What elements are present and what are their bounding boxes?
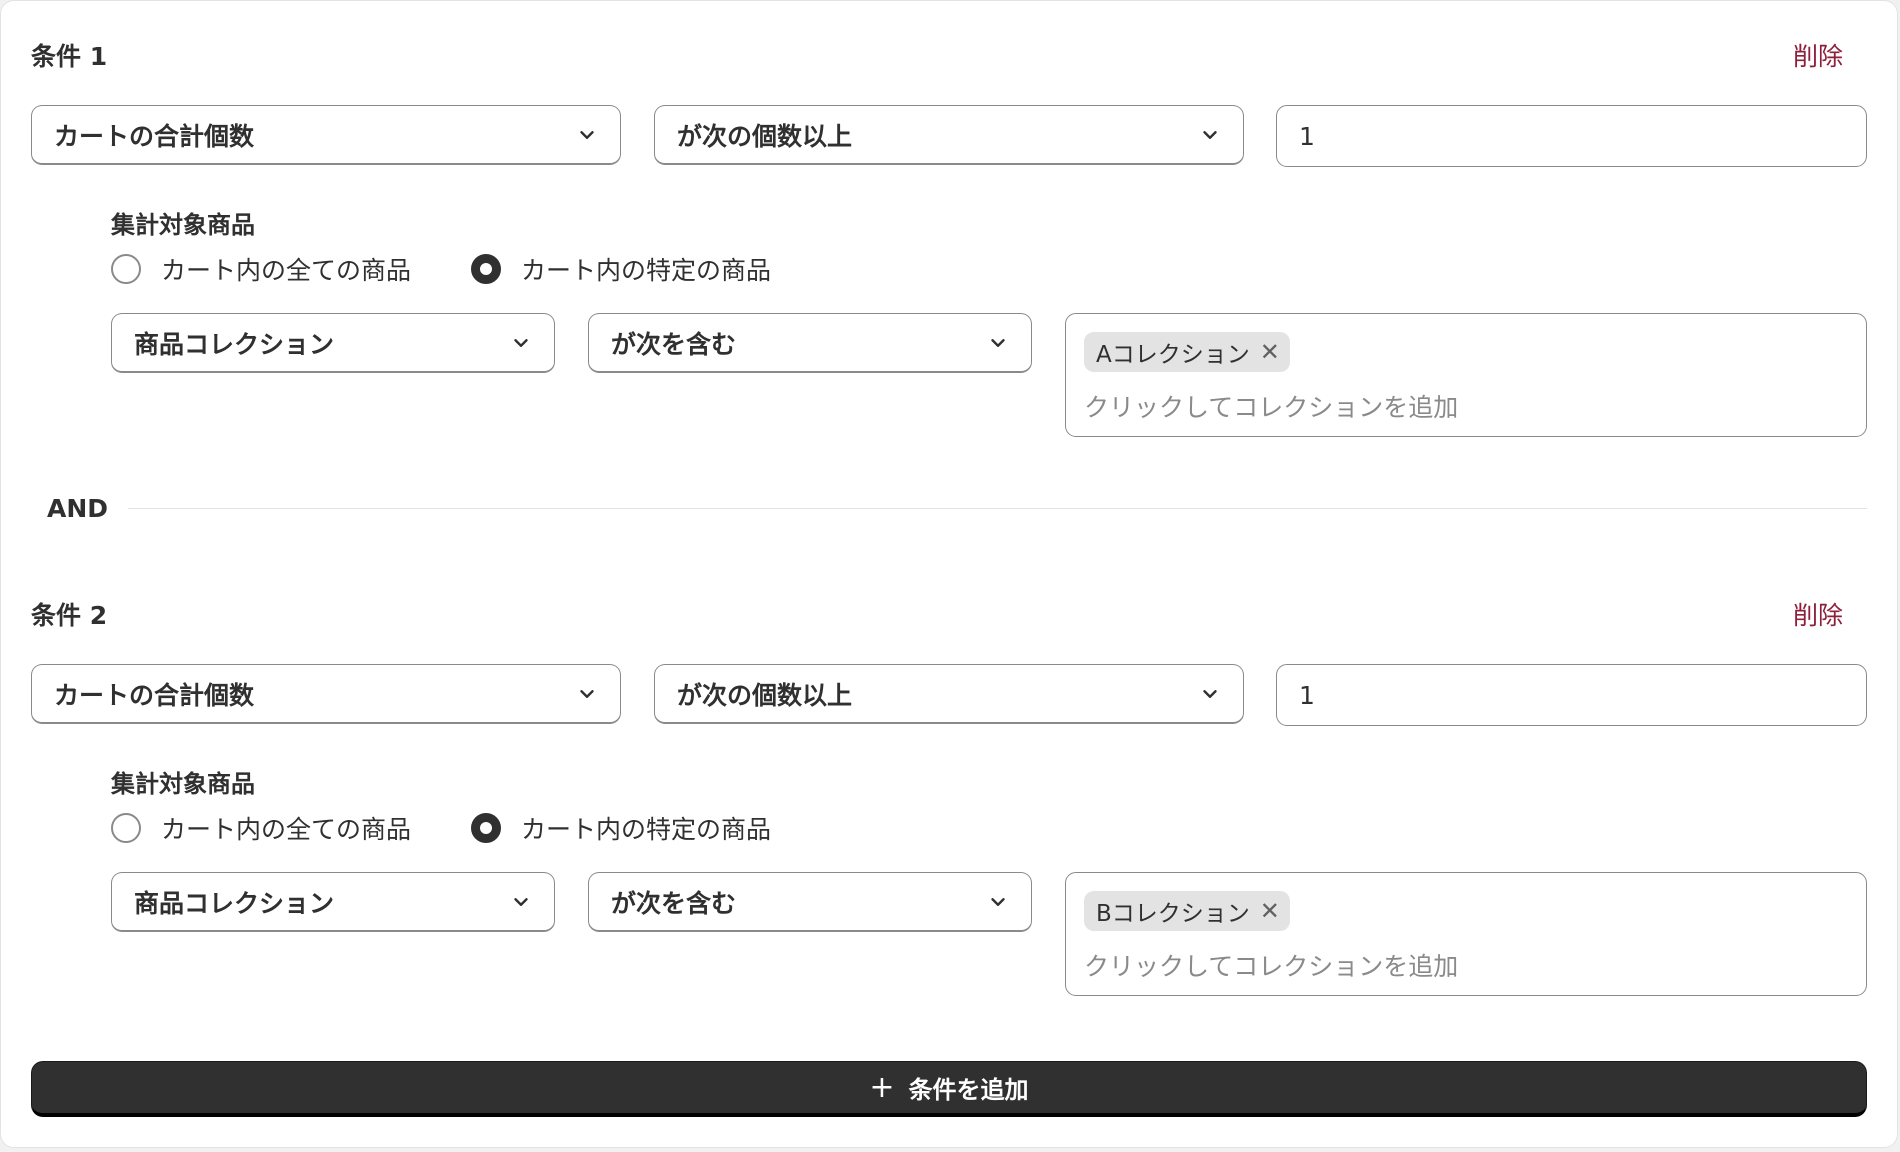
filter-type-select[interactable]: 商品コレクション (111, 313, 555, 373)
condition-block-1: 条件 1 削除 カートの合計個数 が次の個数以上 1 集計対象商品 カート内の全… (31, 37, 1867, 447)
radio-selected-icon (471, 813, 501, 843)
collection-tag-label: Bコレクション (1096, 901, 1250, 927)
chevron-down-icon (991, 338, 1005, 347)
quantity-input-value: 1 (1299, 680, 1315, 710)
target-products-label: 集計対象商品 (111, 211, 255, 239)
filter-operator-select-value: が次を含む (611, 888, 737, 918)
radio-specific-products-label: カート内の特定の商品 (521, 815, 772, 844)
chevron-down-icon (514, 897, 528, 906)
radio-specific-products[interactable]: カート内の特定の商品 (471, 810, 771, 846)
operator-select[interactable]: が次の個数以上 (654, 664, 1244, 724)
chevron-down-icon (1203, 689, 1217, 698)
radio-specific-products[interactable]: カート内の特定の商品 (471, 251, 771, 287)
collection-tag-input[interactable]: Bコレクション ✕ クリックしてコレクションを追加 (1065, 872, 1867, 996)
radio-selected-icon (471, 254, 501, 284)
quantity-input[interactable]: 1 (1276, 105, 1867, 167)
radio-specific-products-label: カート内の特定の商品 (521, 256, 772, 285)
quantity-input-value: 1 (1299, 121, 1315, 151)
metric-select-value: カートの合計個数 (54, 121, 255, 151)
condition-title: 条件 1 (31, 42, 108, 71)
condition-block-2: 条件 2 削除 カートの合計個数 が次の個数以上 1 集計対象商品 カート内の全… (31, 596, 1867, 1006)
conditions-card: 条件 1 削除 カートの合計個数 が次の個数以上 1 集計対象商品 カート内の全… (0, 0, 1898, 1148)
add-condition-button[interactable]: + 条件を追加 (31, 1061, 1867, 1117)
filter-operator-select[interactable]: が次を含む (588, 872, 1032, 932)
add-condition-label: 条件を追加 (908, 1076, 1029, 1104)
collection-tag-placeholder: クリックしてコレクションを追加 (1084, 952, 1459, 981)
divider (128, 507, 1867, 509)
radio-all-products-label: カート内の全ての商品 (161, 815, 412, 844)
collection-tag: Bコレクション ✕ (1084, 891, 1290, 931)
chevron-down-icon (514, 338, 528, 347)
radio-all-products[interactable]: カート内の全ての商品 (111, 810, 411, 846)
metric-select[interactable]: カートの合計個数 (31, 664, 621, 724)
plus-icon: + (869, 1069, 895, 1105)
collection-tag-placeholder: クリックしてコレクションを追加 (1084, 393, 1459, 422)
close-icon[interactable]: ✕ (1260, 340, 1280, 364)
filter-operator-select[interactable]: が次を含む (588, 313, 1032, 373)
radio-unselected-icon (111, 254, 141, 284)
quantity-input[interactable]: 1 (1276, 664, 1867, 726)
filter-type-select-value: 商品コレクション (134, 888, 335, 918)
chevron-down-icon (580, 689, 594, 698)
operator-select-value: が次の個数以上 (677, 121, 853, 151)
filter-type-select-value: 商品コレクション (134, 329, 335, 359)
metric-select-value: カートの合計個数 (54, 680, 255, 710)
condition-title: 条件 2 (31, 601, 108, 630)
delete-condition-button[interactable]: 削除 (1793, 37, 1843, 73)
collection-tag-label: Aコレクション (1096, 342, 1250, 368)
target-products-label: 集計対象商品 (111, 770, 255, 798)
chevron-down-icon (580, 130, 594, 139)
filter-operator-select-value: が次を含む (611, 329, 737, 359)
collection-tag: Aコレクション ✕ (1084, 332, 1290, 372)
and-separator: AND (47, 491, 1867, 525)
radio-all-products[interactable]: カート内の全ての商品 (111, 251, 411, 287)
metric-select[interactable]: カートの合計個数 (31, 105, 621, 165)
and-label: AND (47, 493, 109, 523)
collection-tag-input[interactable]: Aコレクション ✕ クリックしてコレクションを追加 (1065, 313, 1867, 437)
delete-condition-button[interactable]: 削除 (1793, 596, 1843, 632)
filter-type-select[interactable]: 商品コレクション (111, 872, 555, 932)
close-icon[interactable]: ✕ (1260, 899, 1280, 923)
radio-all-products-label: カート内の全ての商品 (161, 256, 412, 285)
operator-select-value: が次の個数以上 (677, 680, 853, 710)
chevron-down-icon (991, 897, 1005, 906)
radio-unselected-icon (111, 813, 141, 843)
operator-select[interactable]: が次の個数以上 (654, 105, 1244, 165)
chevron-down-icon (1203, 130, 1217, 139)
